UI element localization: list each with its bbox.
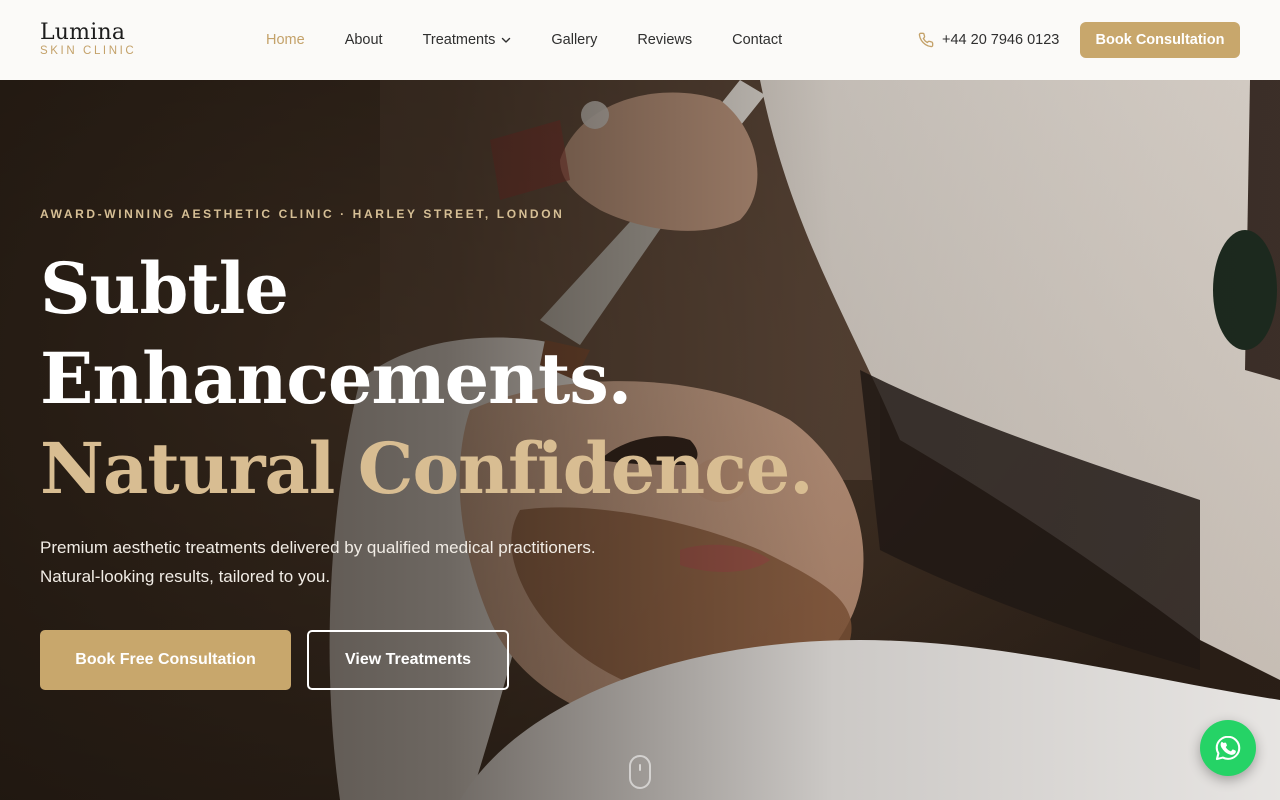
nav-treatments-label: Treatments bbox=[422, 32, 496, 48]
phone-number: +44 20 7946 0123 bbox=[942, 32, 1060, 48]
site-header: Lumina SKIN CLINIC Home About Treatments… bbox=[0, 0, 1280, 80]
nav-home[interactable]: Home bbox=[266, 32, 305, 48]
scroll-mouse-icon[interactable] bbox=[629, 755, 651, 789]
nav-contact[interactable]: Contact bbox=[732, 32, 782, 48]
phone-link[interactable]: +44 20 7946 0123 bbox=[918, 0, 1059, 80]
nav-reviews[interactable]: Reviews bbox=[637, 32, 692, 48]
headline-line-2: Enhancements. bbox=[40, 337, 632, 420]
book-consultation-button[interactable]: Book Consultation bbox=[1080, 22, 1240, 58]
whatsapp-icon bbox=[1213, 733, 1243, 763]
logo-name: Lumina bbox=[40, 20, 126, 46]
whatsapp-chat-button[interactable] bbox=[1200, 720, 1256, 776]
book-free-consultation-button[interactable]: Book Free Consultation bbox=[40, 630, 291, 690]
headline-line-1: Subtle bbox=[40, 247, 289, 330]
headline-accent: Natural Confidence. bbox=[40, 427, 814, 510]
view-treatments-button[interactable]: View Treatments bbox=[307, 630, 509, 690]
hero-headline: Subtle Enhancements. Natural Confidence. bbox=[40, 244, 814, 514]
nav-about[interactable]: About bbox=[345, 32, 383, 48]
main-nav: Home About Treatments Gallery Reviews Co… bbox=[266, 0, 822, 80]
hero-lead: Premium aesthetic treatments delivered b… bbox=[40, 538, 596, 586]
logo[interactable]: Lumina SKIN CLINIC bbox=[40, 22, 200, 58]
nav-gallery[interactable]: Gallery bbox=[551, 32, 597, 48]
hero-section: AWARD-WINNING AESTHETIC CLINIC · HARLEY … bbox=[0, 80, 1280, 800]
phone-icon bbox=[918, 32, 934, 48]
chevron-down-icon bbox=[501, 35, 511, 45]
hero-eyebrow: AWARD-WINNING AESTHETIC CLINIC · HARLEY … bbox=[40, 207, 565, 221]
nav-treatments[interactable]: Treatments bbox=[423, 32, 512, 48]
logo-subtitle: SKIN CLINIC bbox=[40, 45, 137, 58]
